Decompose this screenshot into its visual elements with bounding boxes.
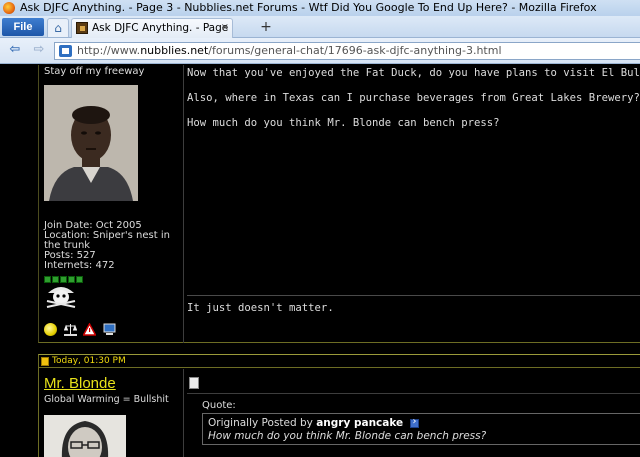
rep-gem-icon [52, 276, 59, 283]
scales-icon[interactable] [63, 323, 77, 336]
message-line: How much do you think Mr. Blonde can ben… [187, 117, 500, 129]
window-titlebar: Ask DJFC Anything. - Page 3 - Nubblies.n… [0, 0, 640, 16]
quote-author: angry pancake [316, 417, 404, 429]
rep-gem-icon [60, 276, 67, 283]
close-tab-icon[interactable]: × [221, 19, 229, 37]
file-menu-button[interactable]: File [2, 18, 44, 36]
tab-strip: File ⌂ Ask DJFC Anything. - Page 3 - Nub… [0, 16, 640, 38]
firefox-icon [3, 2, 15, 14]
message-line: Now that you've enjoyed the Fat Duck, do… [187, 68, 640, 79]
quote-text: How much do you think Mr. Blonde can ben… [208, 430, 487, 442]
new-tab-button[interactable]: + [256, 18, 276, 36]
url-path: /forums/general-chat/17696-ask-djfc-anyt… [208, 44, 502, 57]
site-favicon-icon [76, 22, 88, 34]
back-arrow-icon[interactable]: ⇦ [4, 42, 26, 59]
rep-gem-icon [44, 276, 51, 283]
quote-by-prefix: Originally Posted by [208, 417, 313, 429]
window-title: Ask DJFC Anything. - Page 3 - Nubblies.n… [20, 1, 597, 14]
message-line: Also, where in Texas can I purchase beve… [187, 92, 640, 104]
post-time: Today, 01:30 PM [52, 356, 126, 366]
post-document-icon [189, 377, 199, 389]
post-icons [44, 321, 119, 336]
internets-count: Internets: 472 [44, 260, 115, 271]
user-location: Location: Sniper's nest in the trunk [44, 230, 170, 251]
url-prefix: http://www. [77, 44, 141, 57]
user-info: Join Date: Oct 2005 Location: Sniper's n… [44, 221, 176, 271]
user-avatar[interactable] [44, 85, 138, 201]
rep-gem-icon [68, 276, 75, 283]
user-title: Global Warming = Bullshit [44, 394, 169, 405]
navigation-bar: ⇦ ⇨ http://www.nubblies.net/forums/gener… [0, 38, 640, 64]
ip-computer-icon[interactable] [103, 323, 116, 336]
tab-label: Ask DJFC Anything. - Page 3 - Nubbli... [92, 22, 232, 34]
view-post-arrow-icon[interactable] [409, 416, 419, 428]
post-user-sidebar: Stay off my freeway Join Date: Oct 2005 [39, 65, 184, 343]
address-bar[interactable]: http://www.nubblies.net/forums/general-c… [54, 42, 640, 60]
forum-post: Stay off my freeway Join Date: Oct 2005 [38, 65, 640, 343]
quote-box: Originally Posted by angry pancake How m… [202, 413, 640, 445]
post-signature: It just doesn't matter. [187, 302, 334, 314]
pirate-badge-icon [44, 283, 78, 309]
site-identity-icon[interactable] [59, 45, 72, 57]
post-time-icon [41, 357, 49, 366]
online-status-icon[interactable] [44, 322, 57, 336]
forum-page: Stay off my freeway Join Date: Oct 2005 [0, 65, 640, 457]
signature-divider [187, 295, 640, 296]
username-link[interactable]: Mr. Blonde [44, 375, 116, 392]
quote-label: Quote: [202, 400, 236, 411]
user-avatar[interactable] [44, 415, 126, 457]
quote-attribution: Originally Posted by angry pancake [208, 416, 635, 429]
forward-arrow-icon[interactable]: ⇨ [28, 42, 50, 59]
forum-post: Today, 01:30 PM Mr. Blonde Global Warmin… [38, 354, 640, 457]
home-icon[interactable]: ⌂ [47, 18, 69, 37]
post-header: Today, 01:30 PM [39, 355, 640, 368]
post-message: Now that you've enjoyed the Fat Duck, do… [187, 68, 640, 143]
post-divider [187, 393, 640, 394]
user-title: Stay off my freeway [44, 66, 145, 77]
rep-gem-icon [76, 276, 83, 283]
report-warning-icon[interactable] [82, 321, 97, 336]
tab-ask-djfc[interactable]: Ask DJFC Anything. - Page 3 - Nubbli... … [71, 18, 233, 38]
url-domain: nubblies.net [140, 44, 209, 57]
